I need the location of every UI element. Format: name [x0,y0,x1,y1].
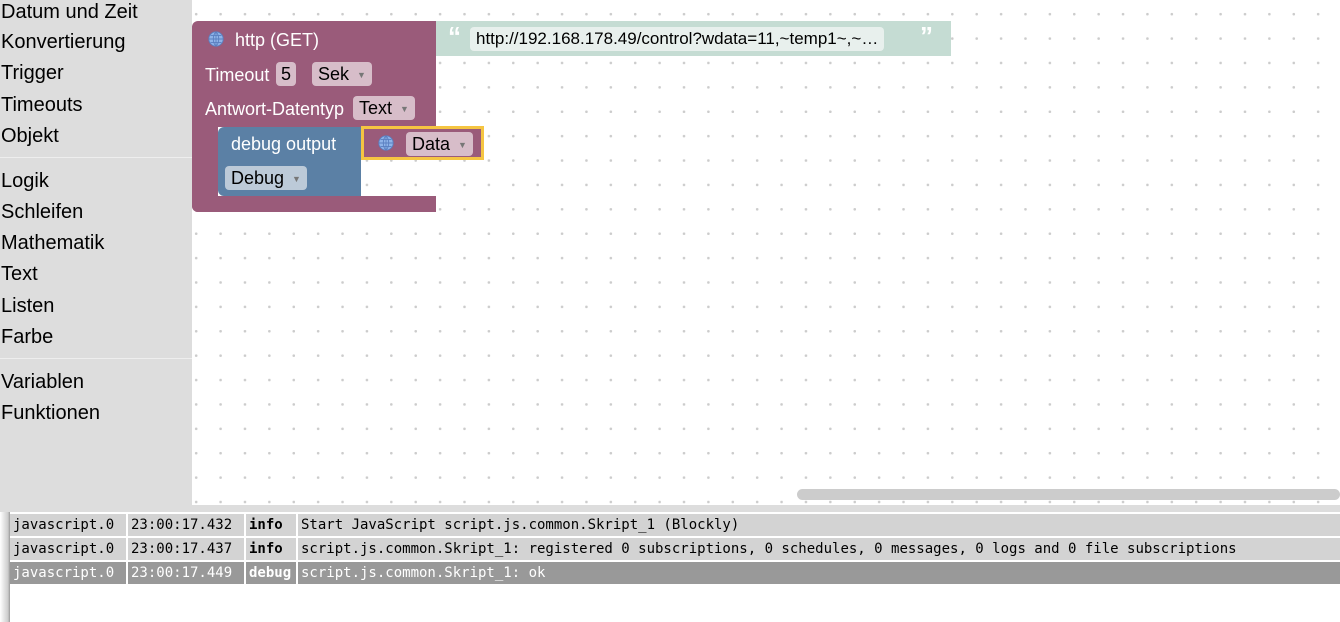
log-panel: javascript.0 23:00:17.432 info Start Jav… [0,505,1340,622]
log-message: script.js.common.Skript_1: registered 0 … [298,538,1340,560]
separator [0,157,192,158]
category-timeouts[interactable]: Timeouts [1,93,83,117]
response-type-value: Text [359,98,393,118]
response-type-dropdown[interactable]: Text ▼ [353,96,415,120]
log-time: 23:00:17.432 [128,514,244,536]
close-quote: ” [920,21,933,51]
globe-icon [207,29,225,49]
category-datum-und-zeit[interactable]: Datum und Zeit [1,0,138,24]
log-source: javascript.0 [10,538,126,560]
open-quote: “ [448,21,461,51]
log-level: info [246,514,296,536]
log-level: info [246,538,296,560]
url-text-block[interactable]: “ http://192.168.178.49/control?wdata=11… [436,21,951,56]
globe-icon [377,134,395,152]
log-row: javascript.0 23:00:17.449 debug script.j… [10,562,1340,584]
dropdown-arrow-icon: ▼ [357,70,366,81]
timeout-input[interactable]: 5 [276,62,297,86]
unit-value: Sek [318,64,350,84]
category-schleifen[interactable]: Schleifen [1,200,83,224]
category-funktionen[interactable]: Funktionen [1,401,100,425]
category-trigger[interactable]: Trigger [1,61,64,85]
category-variablen[interactable]: Variablen [1,370,84,394]
dropdown-arrow-icon: ▼ [292,174,301,185]
category-mathematik[interactable]: Mathematik [1,231,104,255]
debug-output-block[interactable]: debug output Debug ▼ [218,127,361,196]
category-text[interactable]: Text [1,262,38,286]
log-message: Start JavaScript script.js.common.Skript… [298,514,1340,536]
data-dropdown[interactable]: Data ▼ [406,132,473,156]
data-variable-block[interactable]: Data ▼ [361,126,484,160]
dropdown-arrow-icon: ▼ [458,140,467,151]
url-input[interactable]: http://192.168.178.49/control?wdata=11,~… [470,27,885,51]
category-objekt[interactable]: Objekt [1,124,59,148]
log-time: 23:00:17.437 [128,538,244,560]
category-listen[interactable]: Listen [1,294,54,318]
timeout-unit-dropdown[interactable]: Sek ▼ [312,62,372,86]
debug-level-dropdown[interactable]: Debug ▼ [225,166,307,190]
log-time: 23:00:17.449 [128,562,244,584]
log-row: javascript.0 23:00:17.437 info script.js… [10,538,1340,560]
log-message: script.js.common.Skript_1: ok [298,562,1340,584]
category-logik[interactable]: Logik [1,169,49,193]
dropdown-arrow-icon: ▼ [400,104,409,115]
http-block-title: http (GET) [235,30,320,50]
log-source: javascript.0 [10,514,126,536]
debug-block-title: debug output [231,134,337,154]
response-type-label: Antwort-Datentyp [205,99,345,119]
separator [0,358,192,359]
log-panel-edge [0,512,10,622]
toolbox-sidebar: Datum und Zeit Konvertierung Trigger Tim… [0,0,192,505]
log-row: javascript.0 23:00:17.432 info Start Jav… [10,514,1340,536]
log-level: debug [246,562,296,584]
horizontal-scrollbar[interactable] [797,489,1340,500]
category-konvertierung[interactable]: Konvertierung [1,30,126,54]
timeout-label: Timeout [205,65,270,85]
debug-level-value: Debug [231,168,285,188]
log-source: javascript.0 [10,562,126,584]
data-value: Data [412,134,451,154]
category-farbe[interactable]: Farbe [1,325,53,349]
